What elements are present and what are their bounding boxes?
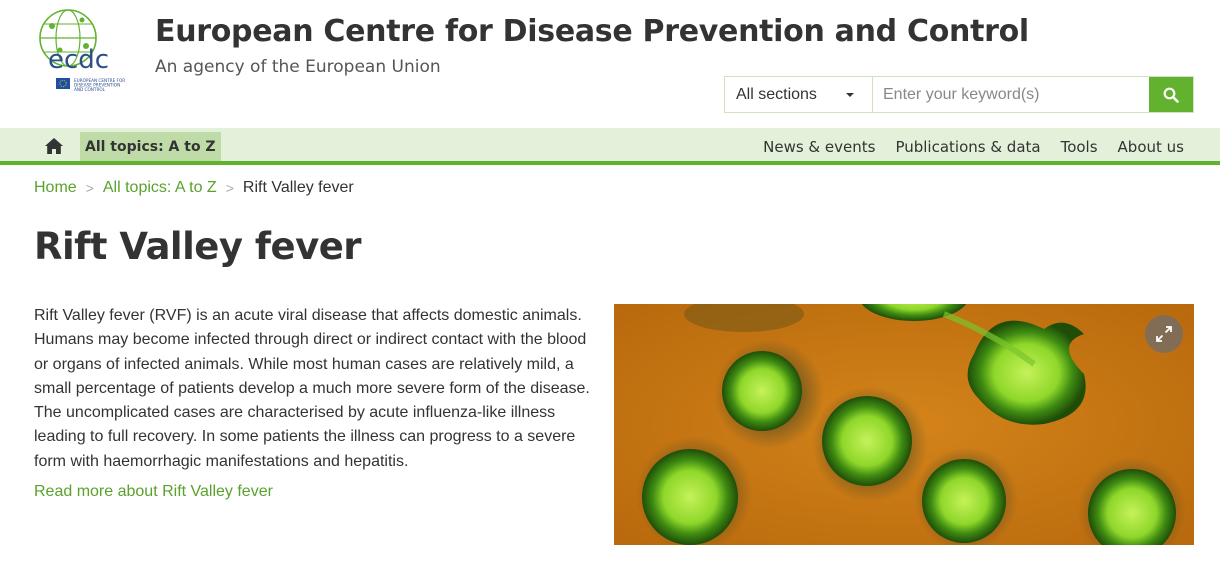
virus-micrograph	[614, 304, 1194, 545]
logo-wordmark: ecdc	[48, 45, 109, 75]
main-nav: All topics: A to Z News & events Publica…	[0, 128, 1220, 165]
caret-down-icon	[846, 93, 854, 97]
ecdc-logo[interactable]: ecdc EUROPEAN CENTRE FOR DISEASE PREVENT…	[34, 6, 138, 96]
breadcrumb-current: Rift Valley fever	[242, 179, 354, 196]
search-bar: All sections	[724, 76, 1194, 113]
nav-all-topics[interactable]: All topics: A to Z	[80, 132, 221, 161]
svg-text:AND CONTROL: AND CONTROL	[74, 87, 106, 92]
read-more-link[interactable]: Read more about Rift Valley fever	[34, 483, 273, 501]
nav-news-events[interactable]: News & events	[763, 138, 875, 156]
search-icon	[1163, 87, 1179, 103]
site-title[interactable]: European Centre for Disease Prevention a…	[155, 14, 1029, 49]
section-select-value: All sections	[736, 85, 817, 103]
nav-tools[interactable]: Tools	[1061, 138, 1098, 156]
breadcrumb-home[interactable]: Home	[34, 179, 77, 197]
search-button[interactable]	[1149, 77, 1193, 112]
page-title: Rift Valley fever	[34, 225, 362, 268]
expand-icon	[1156, 326, 1172, 342]
nav-about-us[interactable]: About us	[1118, 138, 1184, 156]
section-select[interactable]: All sections	[725, 77, 873, 112]
breadcrumb-separator: >	[85, 180, 94, 196]
nav-publications-data[interactable]: Publications & data	[895, 138, 1040, 156]
expand-image-button[interactable]	[1145, 315, 1183, 353]
site-header: ecdc EUROPEAN CENTRE FOR DISEASE PREVENT…	[0, 0, 1220, 128]
site-subtitle: An agency of the European Union	[155, 57, 441, 77]
search-input[interactable]	[873, 77, 1149, 112]
breadcrumb-all-topics[interactable]: All topics: A to Z	[103, 179, 217, 197]
breadcrumb: Home > All topics: A to Z > Rift Valley …	[34, 179, 354, 197]
virus-image[interactable]	[614, 304, 1194, 545]
breadcrumb-separator: >	[225, 180, 234, 196]
intro-paragraph: Rift Valley fever (RVF) is an acute vira…	[34, 307, 590, 470]
home-icon[interactable]	[44, 137, 64, 155]
nav-links: News & events Publications & data Tools …	[763, 128, 1184, 165]
